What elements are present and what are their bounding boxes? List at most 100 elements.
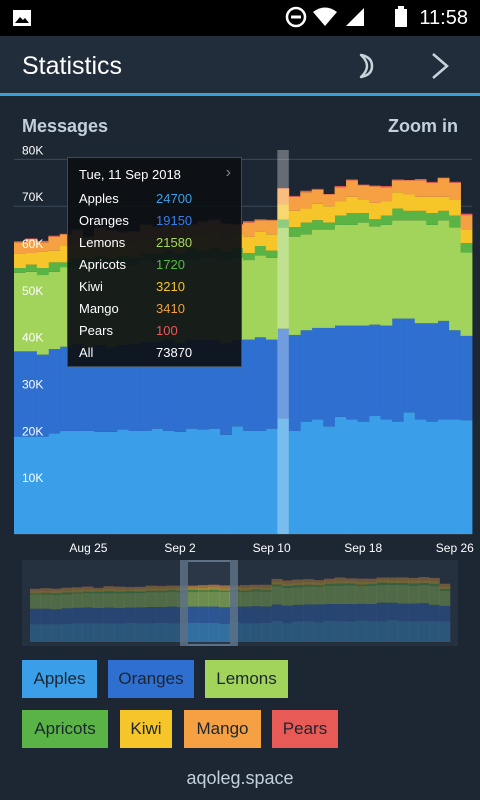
night-mode-button[interactable]	[346, 48, 382, 84]
bar-segment	[380, 215, 393, 225]
overview-segment	[187, 622, 199, 642]
overview-segment	[187, 589, 199, 593]
tooltip-row-value: 3210	[156, 279, 185, 294]
bar-segment	[380, 201, 393, 216]
battery-icon	[395, 6, 407, 27]
overview-segment	[219, 607, 230, 624]
bar-segment	[403, 318, 416, 413]
bar-segment	[139, 430, 152, 534]
overview-window-bottom	[188, 644, 230, 646]
tooltip-row-name: Pears	[79, 323, 113, 338]
zoom-in-button[interactable]: Zoom in	[388, 116, 458, 137]
image-icon	[13, 10, 31, 26]
night-mode-moon-icon	[359, 53, 374, 79]
filter-chip-apples[interactable]: Apples	[22, 660, 97, 698]
tooltip-row-name: Apricots	[79, 257, 126, 272]
bar-segment	[311, 229, 324, 328]
bar-segment	[71, 430, 84, 534]
bar-segment	[288, 196, 301, 211]
overview-chart[interactable]	[0, 560, 480, 650]
tooltip-date: Tue, 11 Sep 2018	[79, 167, 181, 182]
bar-segment	[36, 268, 49, 276]
overview-segment	[198, 590, 209, 592]
tooltip-row-value: 1720	[156, 257, 185, 272]
wifi-icon	[313, 7, 337, 26]
app-bar: Statistics	[0, 36, 480, 96]
bar-segment	[254, 255, 267, 338]
next-chart-button[interactable]	[422, 48, 458, 84]
overview-window-left-handle[interactable]	[180, 560, 188, 646]
overview-window-right-handle[interactable]	[230, 560, 238, 646]
bar-segment	[25, 264, 38, 272]
x-tick-label: Sep 26	[436, 541, 474, 555]
overview-segment	[187, 592, 199, 607]
bar-segment	[300, 222, 313, 235]
bar-segment	[300, 190, 313, 193]
bar-segment	[25, 253, 38, 265]
bar-segment	[346, 224, 358, 326]
bar-segment	[265, 428, 278, 534]
bar-segment	[311, 327, 324, 420]
overview-segment	[208, 591, 220, 607]
bar-segment	[380, 186, 393, 188]
bar-segment	[220, 434, 232, 534]
tooltip-row-value: 19150	[156, 213, 193, 228]
overview-dim-right	[238, 560, 458, 646]
tooltip-row-all: All 73870	[79, 345, 229, 365]
overview-segment	[208, 606, 220, 623]
bar-segment	[368, 186, 381, 203]
bar-segment	[380, 325, 393, 420]
tooltip-row-kiwi: Kiwi 3210	[79, 279, 229, 299]
bar-segment	[300, 421, 313, 534]
bar-segment	[128, 430, 141, 534]
bar-segment	[265, 339, 278, 429]
filter-chip-mango[interactable]: Mango	[184, 710, 261, 748]
bar-segment	[94, 431, 106, 534]
bar-segment	[414, 419, 427, 534]
bar-segment	[391, 318, 404, 422]
bar-segment	[368, 219, 381, 227]
filter-chip-oranges[interactable]: Oranges	[108, 660, 194, 698]
x-tick-label: Sep 18	[344, 541, 382, 555]
bar-segment	[162, 430, 175, 534]
bar-segment	[346, 325, 358, 420]
bar-segment	[36, 436, 49, 534]
bar-segment	[414, 180, 427, 197]
x-tick-label: Aug 25	[69, 541, 107, 555]
bar-segment	[105, 431, 118, 534]
bar-segment	[391, 220, 404, 319]
bar-segment	[14, 268, 26, 273]
bar-segment	[357, 421, 370, 534]
bar-segment	[48, 235, 61, 237]
tooltip-row-name: All	[79, 345, 94, 360]
y-tick-label: 10K	[22, 471, 43, 485]
overview-window-top	[188, 560, 230, 562]
bar-segment	[323, 229, 335, 328]
bar-segment	[368, 202, 381, 220]
bar-segment	[346, 213, 358, 225]
y-tick-label: 60K	[22, 237, 43, 251]
bar-segment	[426, 196, 439, 214]
bar-segment	[323, 426, 335, 534]
bar-segment	[449, 330, 461, 420]
bar-segment	[403, 180, 416, 195]
bar-segment	[288, 430, 301, 534]
filter-chip-pears[interactable]: Pears	[272, 710, 338, 748]
series-filters: Apples Oranges Lemons Apricots Kiwi Mango Pear…	[0, 660, 480, 760]
bar-segment	[426, 213, 439, 225]
bar-segment	[334, 215, 347, 225]
tooltip-row-apples: Apples 24700	[79, 191, 229, 211]
tooltip-row-value: 24700	[156, 191, 193, 206]
filter-chip-apricots[interactable]: Apricots	[22, 710, 108, 748]
bar-segment	[243, 260, 255, 340]
bar-segment	[449, 419, 461, 534]
bar-segment	[346, 179, 358, 181]
bar-segment	[243, 253, 255, 261]
tooltip[interactable]: Tue, 11 Sep 2018 › Apples 24700 Oranges 191…	[67, 157, 242, 367]
bar-segment	[254, 337, 267, 431]
bar-segment	[334, 186, 347, 188]
bar-segment	[288, 334, 301, 431]
filter-chip-kiwi[interactable]: Kiwi	[120, 710, 172, 748]
bar-segment	[48, 433, 61, 534]
filter-chip-lemons[interactable]: Lemons	[205, 660, 288, 698]
